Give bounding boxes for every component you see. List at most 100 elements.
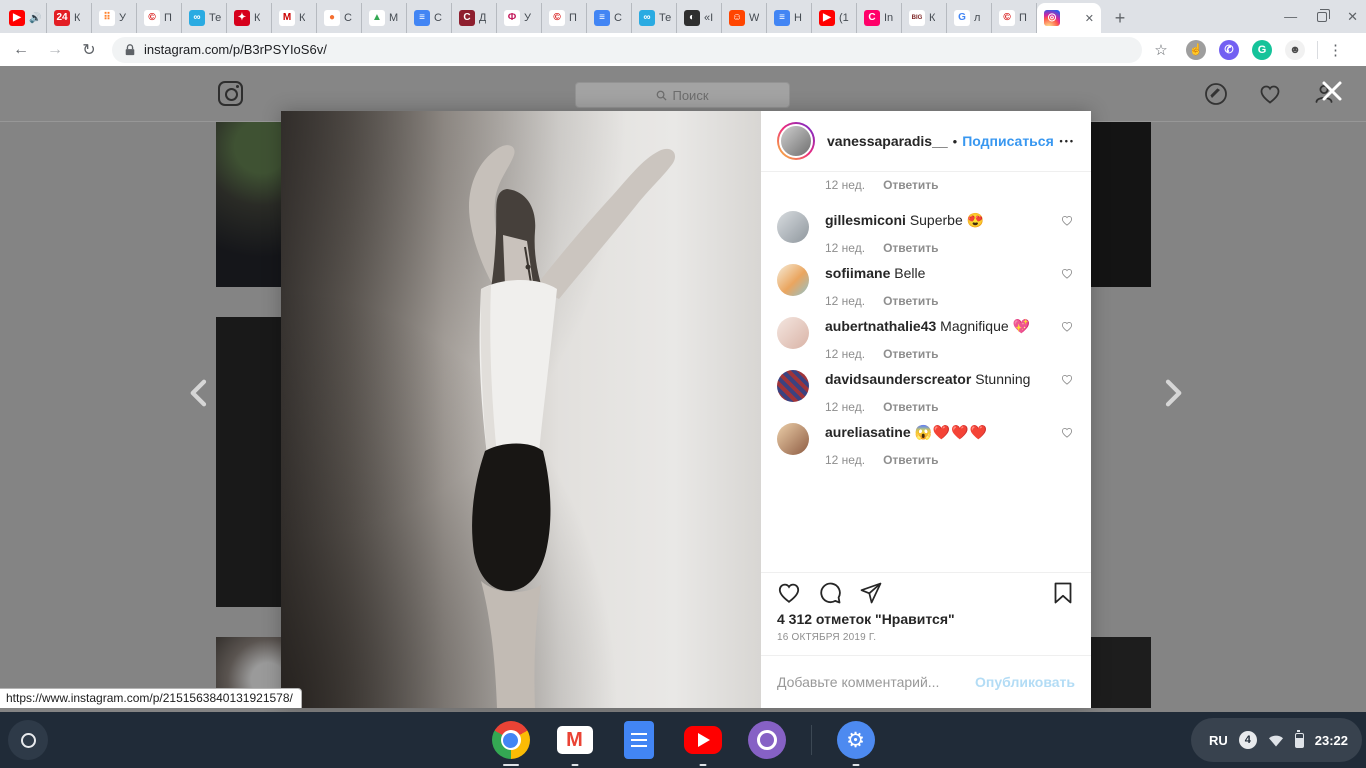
reply-button[interactable]: Ответить	[883, 294, 938, 308]
browser-tab[interactable]: С Д	[452, 3, 497, 33]
extension-icon[interactable]: ☝	[1186, 39, 1206, 60]
commenter-avatar[interactable]	[777, 211, 809, 243]
author-avatar[interactable]	[777, 122, 815, 160]
tab-title: П	[569, 12, 577, 24]
browser-tab[interactable]: ☺ W	[722, 3, 767, 33]
comment-like-icon[interactable]	[1059, 267, 1075, 280]
comments-list[interactable]: 12 нед. Ответить gillesmiconi Superbe 😍 …	[761, 172, 1091, 572]
commenter-avatar[interactable]	[777, 370, 809, 402]
address-bar[interactable]: instagram.com/p/B3rPSYIoS6v/	[112, 36, 1142, 63]
restore-button[interactable]	[1317, 8, 1331, 22]
shelf-app[interactable]	[836, 720, 876, 766]
background-thumbnail[interactable]	[216, 317, 281, 607]
browser-tab[interactable]: ⠿ У	[92, 3, 137, 33]
reply-button[interactable]: Ответить	[883, 241, 938, 255]
extension-icon[interactable]: ✆	[1219, 39, 1239, 60]
commenter-username[interactable]: sofiimane	[825, 265, 890, 281]
share-icon[interactable]	[859, 581, 883, 605]
browser-tab[interactable]: ◎ ✕	[1037, 3, 1101, 33]
commenter-avatar[interactable]	[777, 317, 809, 349]
minimize-button[interactable]: —	[1284, 9, 1297, 24]
comment-like-icon[interactable]	[1059, 426, 1075, 439]
extension-icon[interactable]: ☻	[1285, 39, 1305, 60]
previous-post-chevron[interactable]	[184, 378, 214, 408]
browser-tab[interactable]: ▶ 🔊	[2, 3, 47, 33]
post-photo[interactable]	[281, 111, 761, 708]
new-tab-button[interactable]: +	[1107, 5, 1133, 31]
browser-tab[interactable]: C In	[857, 3, 902, 33]
browser-tab[interactable]: ≡ Н	[767, 3, 812, 33]
explore-icon[interactable]	[1204, 82, 1228, 106]
browser-tab[interactable]: М К	[272, 3, 317, 33]
tab-title: М	[389, 12, 399, 24]
reply-button[interactable]: Ответить	[883, 178, 938, 192]
like-icon[interactable]	[777, 581, 801, 605]
back-button[interactable]: ←	[8, 37, 34, 63]
browser-tab[interactable]: ◐ «I	[677, 3, 722, 33]
tab-close-icon[interactable]: ✕	[1082, 11, 1097, 26]
bookmark-star-icon[interactable]: ☆	[1150, 41, 1172, 59]
reload-button[interactable]: ↻	[76, 37, 102, 63]
tab-favicon: ▲	[369, 10, 385, 26]
post-modal: vanessaparadis__ • Подписаться ••• 12 не…	[281, 111, 1091, 708]
forward-button[interactable]: →	[42, 37, 68, 63]
follow-button[interactable]: Подписаться	[962, 133, 1054, 149]
tab-title: С	[614, 12, 622, 24]
reply-button[interactable]: Ответить	[883, 400, 938, 414]
browser-tab[interactable]: ∞ Те	[632, 3, 677, 33]
browser-tab[interactable]: G л	[947, 3, 992, 33]
background-thumbnail[interactable]	[1091, 122, 1151, 287]
commenter-avatar[interactable]	[777, 423, 809, 455]
shelf-app[interactable]	[683, 720, 723, 766]
shelf-app[interactable]	[555, 720, 595, 766]
likes-count[interactable]: 4 312 отметок "Нравится"	[761, 605, 1091, 627]
shelf-app[interactable]	[619, 720, 659, 760]
activity-heart-icon[interactable]	[1258, 82, 1282, 106]
status-tray[interactable]: RU 4 23:22	[1190, 718, 1362, 762]
browser-tab[interactable]: ≡ С	[407, 3, 452, 33]
extension-icon[interactable]: G	[1252, 39, 1272, 60]
browser-menu-icon[interactable]: ⋮	[1328, 41, 1343, 59]
commenter-username[interactable]: gillesmiconi	[825, 212, 906, 228]
commenter-username[interactable]: aureliasatine	[825, 424, 911, 440]
browser-tab[interactable]: Ф У	[497, 3, 542, 33]
background-thumbnail[interactable]	[1091, 637, 1151, 708]
author-username[interactable]: vanessaparadis__	[827, 133, 948, 149]
browser-tab[interactable]: © П	[992, 3, 1037, 33]
browser-tab[interactable]: ● С	[317, 3, 362, 33]
browser-tab[interactable]: © П	[137, 3, 182, 33]
browser-tab[interactable]: ≡ С	[587, 3, 632, 33]
shelf-app[interactable]	[491, 720, 531, 766]
comment-like-icon[interactable]	[1059, 373, 1075, 386]
comment-like-icon[interactable]	[1059, 320, 1075, 333]
comment-text: Belle	[894, 265, 926, 281]
browser-tab[interactable]: ∞ Те	[182, 3, 227, 33]
search-input[interactable]: Поиск	[575, 82, 790, 108]
next-post-chevron[interactable]	[1158, 378, 1188, 408]
close-modal-icon[interactable]	[1320, 79, 1344, 103]
instagram-logo-icon[interactable]	[218, 81, 243, 106]
reply-button[interactable]: Ответить	[883, 347, 938, 361]
shelf-app[interactable]	[810, 720, 812, 760]
browser-tab[interactable]: ▲ М	[362, 3, 407, 33]
browser-tab[interactable]: 24 К	[47, 3, 92, 33]
publish-button[interactable]: Опубликовать	[975, 674, 1075, 690]
notification-badge: 4	[1238, 731, 1257, 749]
commenter-username[interactable]: aubertnathalie43	[825, 318, 936, 334]
tab-audio-icon[interactable]: 🔊	[29, 13, 41, 24]
browser-tab[interactable]: ▶ (1	[812, 3, 857, 33]
comment-like-icon[interactable]	[1059, 214, 1075, 227]
window-close-button[interactable]: ✕	[1347, 9, 1358, 25]
browser-tab[interactable]: © П	[542, 3, 587, 33]
save-bookmark-icon[interactable]	[1051, 581, 1075, 605]
commenter-username[interactable]: davidsaunderscreator	[825, 371, 971, 387]
shelf-app[interactable]	[747, 720, 787, 760]
comment-icon[interactable]	[818, 581, 842, 605]
reply-button[interactable]: Ответить	[883, 453, 938, 467]
commenter-avatar[interactable]	[777, 264, 809, 296]
post-options-icon[interactable]: •••	[1060, 136, 1075, 146]
background-thumbnail[interactable]	[216, 122, 281, 287]
comment-input[interactable]	[777, 674, 976, 690]
browser-tab[interactable]: BIG К	[902, 3, 947, 33]
browser-tab[interactable]: ✦ К	[227, 3, 272, 33]
